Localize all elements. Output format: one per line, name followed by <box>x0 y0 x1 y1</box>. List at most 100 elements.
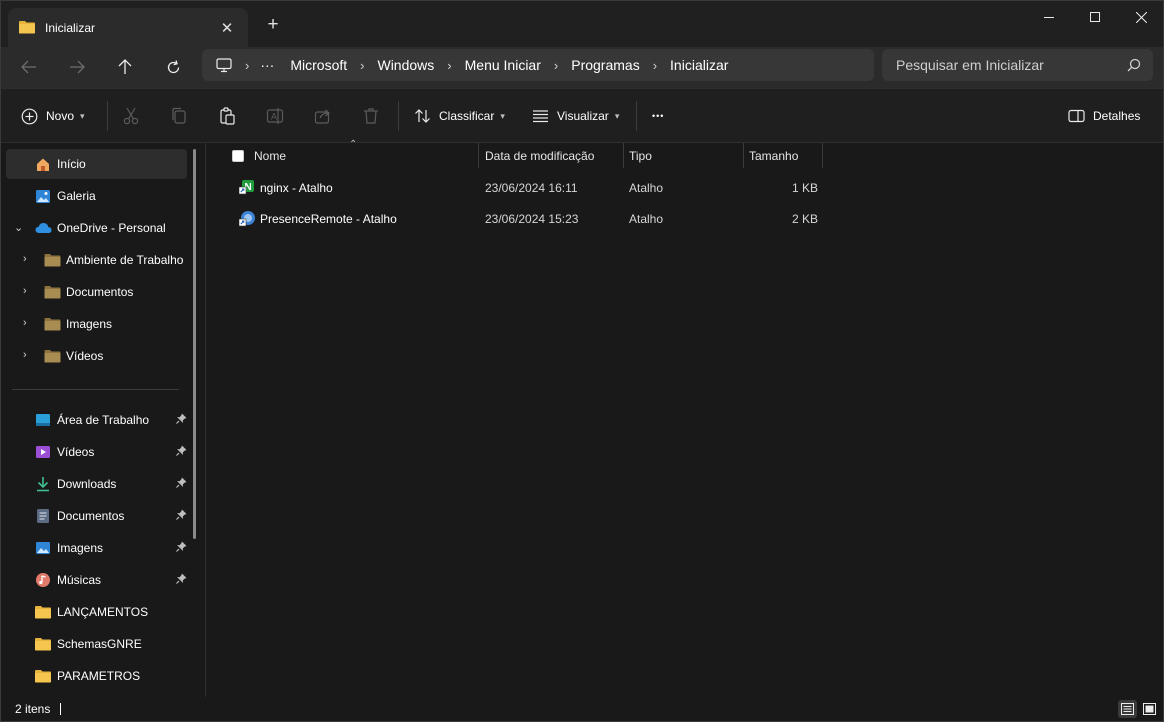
new-tab-button[interactable]: + <box>261 13 285 37</box>
column-divider[interactable] <box>822 143 823 168</box>
chevron-right-icon[interactable]: › <box>360 58 364 73</box>
item-count: 2 itens <box>15 702 51 716</box>
pin-icon[interactable] <box>176 509 187 523</box>
sidebar-item-schemasgnre[interactable]: SchemasGNRE <box>6 629 187 659</box>
paste-button[interactable] <box>216 105 238 127</box>
list-view-icon <box>1121 703 1134 715</box>
sidebar-item-label: Ambiente de Trabalho <box>66 253 184 267</box>
tab-close-icon[interactable]: ✕ <box>216 17 238 39</box>
breadcrumb-menu-iniciar[interactable]: Menu Iniciar <box>465 57 541 73</box>
sidebar-item-videos-onedrive[interactable]: › Vídeos <box>6 341 187 371</box>
chevron-right-icon[interactable]: › <box>554 58 558 73</box>
rename-icon: A <box>266 108 284 124</box>
tiles-view-button[interactable] <box>1140 700 1159 718</box>
tab-title: Inicializar <box>45 21 96 35</box>
chevron-right-icon[interactable]: › <box>447 58 451 73</box>
breadcrumb-windows[interactable]: Windows <box>377 57 434 73</box>
search-icon[interactable] <box>1127 58 1141 75</box>
sort-button[interactable]: Classificar ▾ <box>414 103 505 129</box>
svg-text:A: A <box>271 112 277 122</box>
cut-button[interactable] <box>120 105 142 127</box>
close-window-button[interactable] <box>1118 1 1164 33</box>
minimize-button[interactable] <box>1026 1 1072 33</box>
chevron-right-icon[interactable]: › <box>653 58 657 73</box>
sidebar-item-onedrive[interactable]: ⌄ OneDrive - Personal <box>6 213 187 243</box>
pin-icon[interactable] <box>176 445 187 459</box>
new-button[interactable]: Novo ▾ <box>21 103 85 129</box>
forward-button[interactable] <box>61 51 93 83</box>
sidebar-item-label: Início <box>57 157 86 171</box>
delete-button[interactable] <box>360 105 382 127</box>
sidebar-item-documentos[interactable]: Documentos <box>6 501 187 531</box>
table-row[interactable]: PresenceRemote - Atalho 23/06/2024 15:23… <box>228 204 828 234</box>
sidebar-item-videos[interactable]: Vídeos <box>6 437 187 467</box>
column-divider[interactable] <box>743 143 744 168</box>
status-divider <box>60 703 61 715</box>
pin-icon[interactable] <box>176 573 187 587</box>
sidebar-item-imagens-onedrive[interactable]: › Imagens <box>6 309 187 339</box>
breadcrumb-programas[interactable]: Programas <box>571 57 639 73</box>
chevron-right-icon[interactable]: › <box>23 285 27 297</box>
select-all-checkbox[interactable] <box>232 150 244 162</box>
sidebar-scrollbar[interactable] <box>193 149 196 539</box>
sidebar-item-label: Vídeos <box>66 349 104 363</box>
share-button[interactable] <box>312 105 334 127</box>
table-row[interactable]: N nginx - Atalho 23/06/2024 16:11 Atalho… <box>228 173 828 203</box>
arrow-right-icon <box>70 60 85 74</box>
details-view-button[interactable] <box>1118 700 1137 718</box>
picture-icon <box>34 539 52 557</box>
nginx-shortcut-icon: N <box>238 179 255 198</box>
back-button[interactable] <box>13 51 45 83</box>
breadcrumb[interactable]: › ··· Microsoft › Windows › Menu Iniciar… <box>202 49 874 81</box>
up-button[interactable] <box>109 51 141 83</box>
chevron-down-icon[interactable]: ⌄ <box>14 221 23 234</box>
plus-circle-icon <box>21 108 38 124</box>
breadcrumb-overflow[interactable]: ··· <box>260 57 274 73</box>
details-label: Detalhes <box>1093 109 1141 123</box>
rename-button[interactable]: A <box>264 105 286 127</box>
more-options-button[interactable]: ••• <box>652 103 664 129</box>
details-button[interactable]: Detalhes <box>1068 103 1140 129</box>
chevron-right-icon[interactable]: › <box>23 349 27 361</box>
sidebar-item-lancamentos[interactable]: LANÇAMENTOS <box>6 597 187 627</box>
maximize-button[interactable] <box>1072 1 1118 33</box>
column-header-type[interactable]: Tipo <box>629 143 743 168</box>
sidebar-item-area-de-trabalho[interactable]: Área de Trabalho <box>6 405 187 435</box>
column-header-size[interactable]: Tamanho <box>749 143 822 168</box>
minimize-icon <box>1044 17 1054 18</box>
sidebar-item-inicio[interactable]: Início <box>6 149 187 179</box>
chevron-right-icon[interactable]: › <box>245 58 249 73</box>
chevron-down-icon: ▾ <box>80 110 85 121</box>
column-header-name[interactable]: Nome <box>254 143 478 168</box>
computer-icon[interactable] <box>216 57 232 73</box>
sidebar-item-musicas[interactable]: Músicas <box>6 565 187 595</box>
folder-icon <box>43 315 61 333</box>
breadcrumb-microsoft[interactable]: Microsoft <box>290 57 347 73</box>
view-button[interactable]: Visualizar ▾ <box>532 103 619 129</box>
chevron-right-icon[interactable]: › <box>23 253 27 265</box>
sidebar-item-documentos-onedrive[interactable]: › Documentos <box>6 277 187 307</box>
sidebar-item-imagens[interactable]: Imagens <box>6 533 187 563</box>
pin-icon[interactable] <box>176 413 187 427</box>
column-divider[interactable] <box>478 143 479 168</box>
pin-icon[interactable] <box>176 541 187 555</box>
sidebar-item-ambiente-de-trabalho[interactable]: › Ambiente de Trabalho <box>6 245 187 275</box>
breadcrumb-inicializar[interactable]: Inicializar <box>670 57 728 73</box>
sidebar-item-galeria[interactable]: Galeria <box>6 181 187 211</box>
pin-icon[interactable] <box>176 477 187 491</box>
tab-inicializar[interactable]: Inicializar ✕ <box>8 8 248 48</box>
column-header-modified[interactable]: Data de modificação <box>485 143 623 168</box>
search-input[interactable]: Pesquisar em Inicializar <box>896 57 1044 73</box>
search-box[interactable]: Pesquisar em Inicializar <box>882 49 1153 81</box>
sidebar-item-label: Área de Trabalho <box>57 413 150 427</box>
sidebar-item-parametros[interactable]: PARAMETROS <box>6 661 187 691</box>
chevron-right-icon[interactable]: › <box>23 317 27 329</box>
copy-button[interactable] <box>168 105 190 127</box>
new-label: Novo <box>46 109 75 123</box>
column-divider[interactable] <box>623 143 624 168</box>
folder-icon <box>43 347 61 365</box>
refresh-button[interactable] <box>157 51 189 83</box>
command-bar: Novo ▾ A Classificar ▾ Visualizar ▾ ••• … <box>0 88 1164 143</box>
sidebar-item-downloads[interactable]: Downloads <box>6 469 187 499</box>
sidebar-item-label: Galeria <box>57 189 96 203</box>
